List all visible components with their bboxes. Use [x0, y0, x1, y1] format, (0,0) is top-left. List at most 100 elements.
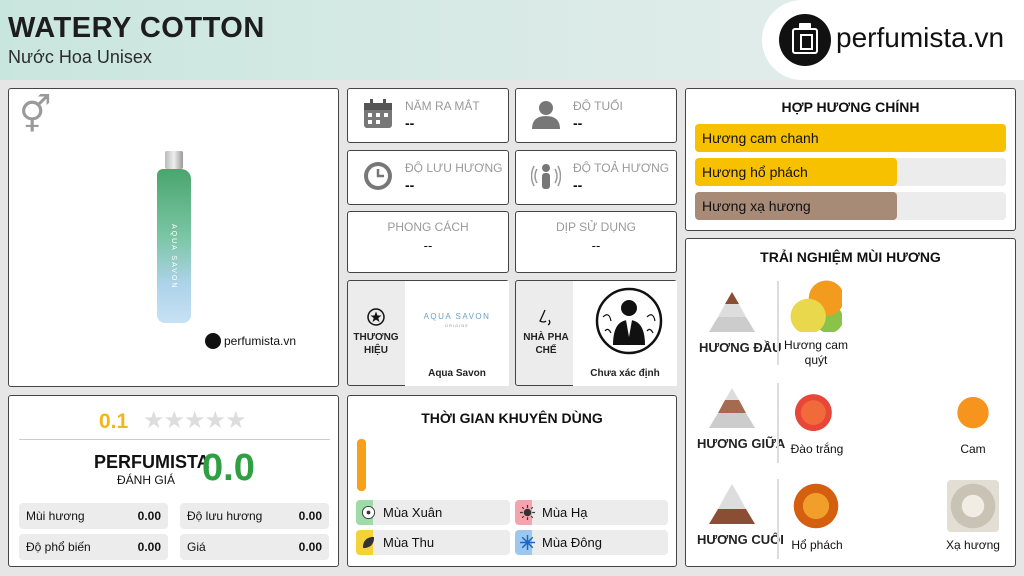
age-card: ĐỘ TUỔI --	[515, 88, 677, 143]
perfumer-name: Chưa xác định	[573, 361, 677, 386]
notes-panel: TRẢI NGHIỆM MÙI HƯƠNG HƯƠNG ĐẦU HƯƠNG GI…	[685, 238, 1016, 567]
note-name: Hương cam quýt	[784, 338, 848, 367]
page-title: WATERY COTTON	[8, 12, 265, 44]
product-image-panel: ⚥ AQUA SAVON perfumista.vn	[8, 88, 339, 387]
note-name: Xạ hương	[946, 538, 1000, 552]
snowflake-icon	[520, 535, 535, 550]
watermark: perfumista.vn	[205, 333, 296, 349]
sillage-icon	[531, 164, 561, 189]
perfumista-sub: ĐÁNH GIÁ	[117, 473, 176, 487]
perfumer-label: NHÀ PHA CHẾ	[523, 332, 569, 356]
perfume-bottle-logo-icon	[779, 14, 831, 66]
logo-text: perfumista.vn	[836, 22, 1005, 53]
sillage-value: --	[573, 177, 583, 193]
season-spring[interactable]: Mùa Xuân	[356, 500, 510, 525]
flower-icon	[361, 505, 376, 520]
metric-popularity: Độ phổ biến 0.00	[19, 534, 168, 560]
sillage-card: ĐỘ TOẢ HƯƠNG --	[515, 150, 677, 205]
perfumista-label: PERFUMISTA	[94, 452, 210, 472]
star-icon[interactable]: ★	[143, 407, 164, 434]
season-winter[interactable]: Mùa Đông	[515, 530, 668, 555]
brand-logo: AQUA SAVON ORIGINE	[405, 281, 509, 361]
star-badge-icon	[367, 308, 385, 326]
main-accords-panel: HỢP HƯƠNG CHÍNH Hương cam chanh Hương hổ …	[685, 88, 1016, 231]
orange-note-image[interactable]	[947, 384, 999, 436]
rating-panel: 0.1 ★★★★★ PERFUMISTA ĐÁNH GIÁ 0.0 Mùi hư…	[8, 395, 339, 567]
white-peach-note-image[interactable]	[790, 384, 842, 436]
divider	[777, 281, 779, 365]
leaf-icon	[362, 536, 375, 549]
brand-card[interactable]: THƯƠNG HIỆU AQUA SAVON ORIGINE Aqua Savo…	[347, 280, 509, 386]
heart-notes-pyramid-icon	[709, 388, 755, 428]
bottle-label: AQUA SAVON	[170, 224, 177, 290]
season-autumn[interactable]: Mùa Thu	[356, 530, 510, 555]
season-summer[interactable]: Mùa Hạ	[515, 500, 668, 525]
user-rating-score: 0.1	[99, 410, 129, 433]
seasons-panel: THỜI GIAN KHUYÊN DÙNG Mùa Xuân Mùa Hạ Mù…	[347, 395, 677, 567]
season-indicator-bar	[357, 439, 366, 491]
perfume-bottle-logo-icon	[205, 333, 221, 349]
launch-year-value: --	[405, 115, 415, 131]
perfumer-card[interactable]: NHÀ PHA CHẾ Chưa xác định	[515, 280, 677, 386]
accord-label: Hương hổ phách	[702, 164, 808, 180]
age-value: --	[573, 115, 583, 131]
base-notes-label: HƯƠNG CUỐI	[697, 532, 784, 547]
musk-note-image[interactable]	[947, 480, 999, 532]
longevity-card: ĐỘ LƯU HƯƠNG --	[347, 150, 509, 205]
seasons-title: THỜI GIAN KHUYÊN DÙNG	[421, 410, 603, 426]
note-name: Cam	[960, 442, 986, 456]
style-value: --	[423, 238, 433, 253]
main-accords-title: HỢP HƯƠNG CHÍNH	[781, 99, 920, 115]
perfumer-illustration-icon	[595, 287, 663, 355]
accord-label: Hương xạ hương	[702, 198, 811, 214]
perfumista-score: 0.0	[202, 447, 255, 489]
occasion-value: --	[591, 238, 601, 253]
occasion-label: DỊP SỬ DỤNG	[555, 220, 637, 234]
person-icon	[532, 101, 560, 129]
star-icon[interactable]: ★	[225, 407, 246, 434]
divider	[777, 479, 779, 559]
perfumer-portrait	[573, 281, 677, 361]
metric-longevity: Độ lưu hương 0.00	[180, 503, 329, 529]
age-label: ĐỘ TUỔI	[573, 99, 623, 113]
header: WATERY COTTON Nước Hoa Unisex perfumista…	[0, 0, 1024, 80]
launch-year-card: NĂM RA MẮT --	[347, 88, 509, 143]
top-notes-pyramid-icon	[709, 292, 755, 332]
style-label: PHONG CÁCH	[387, 220, 469, 234]
accord-label: Hương cam chanh	[702, 130, 819, 146]
heart-notes-label: HƯƠNG GIỮA	[697, 436, 786, 451]
star-icon[interactable]: ★	[164, 407, 185, 434]
occasion-card: DỊP SỬ DỤNG --	[515, 211, 677, 273]
longevity-label: ĐỘ LƯU HƯƠNG	[405, 161, 503, 175]
page-subtitle: Nước Hoa Unisex	[8, 47, 152, 67]
citrus-note-image[interactable]	[790, 280, 842, 332]
accord-bar: Hương xạ hương	[695, 192, 1006, 220]
unisex-gender-icon: ⚥	[19, 94, 52, 135]
logo[interactable]: perfumista.vn	[762, 0, 1024, 80]
clock-icon	[364, 162, 392, 190]
divider	[19, 439, 330, 440]
star-rating[interactable]: ★★★★★	[143, 406, 247, 435]
nose-icon	[539, 309, 551, 326]
metric-scent: Mùi hương 0.00	[19, 503, 168, 529]
accord-bar: Hương cam chanh	[695, 124, 1006, 152]
notes-title: TRẢI NGHIỆM MÙI HƯƠNG	[760, 249, 941, 265]
top-notes-label: HƯƠNG ĐẦU	[699, 340, 782, 355]
base-notes-pyramid-icon	[709, 484, 755, 524]
note-name: Đào trắng	[790, 442, 844, 456]
sillage-label: ĐỘ TOẢ HƯƠNG	[573, 161, 670, 175]
amber-note-image[interactable]	[790, 480, 842, 532]
brand-label: THƯƠNG HIỆU	[353, 332, 399, 356]
launch-year-label: NĂM RA MẮT	[405, 99, 480, 113]
divider	[777, 383, 779, 463]
note-name: Hổ phách	[791, 538, 843, 552]
sun-icon	[520, 505, 535, 520]
style-card: PHONG CÁCH --	[347, 211, 509, 273]
star-icon[interactable]: ★	[184, 407, 205, 434]
star-icon[interactable]: ★	[205, 407, 226, 434]
accord-bar: Hương hổ phách	[695, 158, 1006, 186]
longevity-value: --	[405, 177, 415, 193]
brand-name: Aqua Savon	[405, 361, 509, 386]
product-bottle-image: AQUA SAVON	[157, 151, 191, 323]
metric-price: Giá 0.00	[180, 534, 329, 560]
